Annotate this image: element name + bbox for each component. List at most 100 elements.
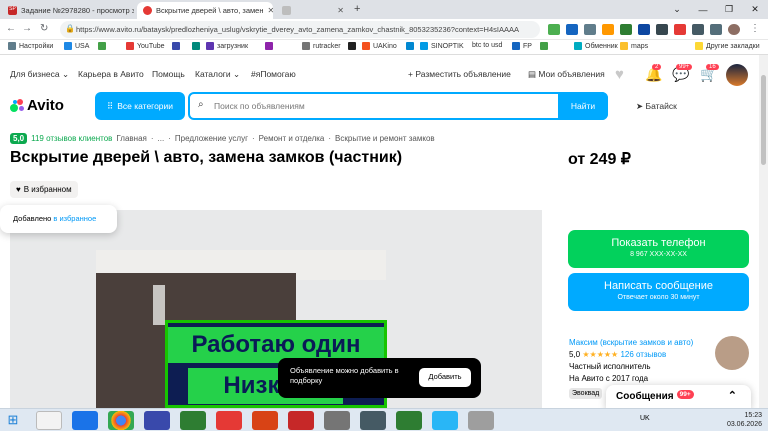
browser-tab-task[interactable]: SP Задание №2978280 - просмотр з ✕ xyxy=(2,2,134,19)
bookmark-icon-only[interactable] xyxy=(540,42,548,50)
windows-start-icon[interactable]: ⊞ xyxy=(2,412,24,429)
chevron-down-icon[interactable]: ⌄ xyxy=(664,0,690,19)
forward-icon[interactable]: → xyxy=(22,23,32,34)
user-avatar[interactable] xyxy=(726,64,748,86)
menu-kebab-icon[interactable]: ⋮ xyxy=(750,23,760,34)
close-tab-icon[interactable]: ✕ xyxy=(267,6,273,15)
search-button[interactable]: Найти xyxy=(558,92,608,120)
bookmark-icon-only[interactable] xyxy=(98,42,106,50)
bookmark-label: FP xyxy=(523,42,532,50)
url-field[interactable]: 🔒 https://www.avito.ru/bataysk/predlozhe… xyxy=(60,21,540,38)
search-input[interactable]: Поиск по объявлениям xyxy=(214,101,305,111)
media-player-icon[interactable] xyxy=(216,411,242,430)
bookmark-youtube[interactable]: YouTube xyxy=(126,42,165,50)
app-icon[interactable] xyxy=(396,411,422,430)
app-icon[interactable] xyxy=(288,411,314,430)
bookmark-icon-only[interactable] xyxy=(265,42,273,50)
career-link[interactable]: Карьера в Авито xyxy=(78,69,144,79)
back-icon[interactable]: ← xyxy=(6,23,16,34)
browser-tab-avito[interactable]: Вскрытие дверей \ авто, замен ✕ xyxy=(137,2,273,19)
bookmark-exchanger[interactable]: Обменник xyxy=(574,42,618,50)
scrollbar-thumb[interactable] xyxy=(761,75,766,165)
bookmark-downloader[interactable]: загрузник xyxy=(206,42,248,50)
seller-name[interactable]: Максим (вскрытие замков и авто) xyxy=(569,337,693,349)
extension-icon[interactable] xyxy=(692,24,704,35)
extension-icon[interactable] xyxy=(638,24,650,35)
new-tab-icon[interactable]: + xyxy=(354,3,360,15)
breadcrumb-item[interactable]: Предложение услуг xyxy=(175,134,248,143)
app-icon[interactable] xyxy=(324,411,350,430)
catalogs-link[interactable]: Каталоги ⌄ xyxy=(195,69,240,80)
heart-icon[interactable]: ♥ xyxy=(615,66,624,83)
close-tab-icon[interactable]: ✕ xyxy=(337,6,344,15)
reviews-link[interactable]: 119 отзывов клиентов xyxy=(31,134,112,143)
bookmark-icon-only[interactable] xyxy=(172,42,180,50)
breadcrumb-item[interactable]: Вскрытие и ремонт замков xyxy=(335,134,435,143)
puzzle-icon[interactable] xyxy=(710,24,722,35)
minimize-icon[interactable]: — xyxy=(690,0,716,19)
extension-icon[interactable] xyxy=(602,24,614,35)
business-link[interactable]: Для бизнеса ⌄ xyxy=(10,69,69,80)
app-64-icon[interactable] xyxy=(252,411,278,430)
helping-link[interactable]: #яПомогаю xyxy=(251,69,296,79)
page-scrollbar[interactable] xyxy=(759,55,768,408)
language-indicator[interactable]: UK xyxy=(640,415,650,422)
favorites-link[interactable]: в избранное xyxy=(53,214,96,223)
chrome-icon[interactable] xyxy=(108,411,134,430)
close-window-icon[interactable]: ✕ xyxy=(742,0,768,19)
site-icon xyxy=(302,42,310,50)
extension-icon[interactable] xyxy=(674,24,686,35)
app-icon[interactable] xyxy=(360,411,386,430)
bookmark-icon-only[interactable] xyxy=(348,42,356,50)
add-to-collection-button[interactable]: Добавить xyxy=(419,368,471,387)
write-message-button[interactable]: Написать сообщение Отвечает около 30 мин… xyxy=(568,273,749,311)
bookmark-sinoptik[interactable]: SINOPTIK xyxy=(420,42,464,50)
telegram-icon[interactable] xyxy=(432,411,458,430)
city-selector[interactable]: ➤ Батайск xyxy=(636,101,677,112)
breadcrumb-item[interactable]: Ремонт и отделка xyxy=(259,134,325,143)
bookmark-maps[interactable]: maps xyxy=(620,42,648,50)
bookmark-icon-only[interactable] xyxy=(192,42,200,50)
browser-tab-bar: SP Задание №2978280 - просмотр з ✕ Вскры… xyxy=(0,0,768,19)
app-icon[interactable] xyxy=(144,411,170,430)
show-phone-button[interactable]: Показать телефон 8 967 XXX-XX-XX xyxy=(568,230,749,268)
extension-icon[interactable] xyxy=(656,24,668,35)
extension-icon[interactable] xyxy=(566,24,578,35)
reload-icon[interactable]: ↻ xyxy=(40,23,48,34)
seller-reviews-link[interactable]: 126 отзывов xyxy=(620,350,666,359)
breadcrumb-item[interactable]: Главная xyxy=(116,134,146,143)
system-clock[interactable]: 15:23 03.06.2026 xyxy=(727,411,762,429)
bookmark-other[interactable]: Другие закладки xyxy=(695,42,760,50)
avito-logo[interactable]: Avito xyxy=(10,97,64,114)
app-icon[interactable] xyxy=(72,411,98,430)
bookmark-btc[interactable]: btc to usd xyxy=(472,42,502,49)
search-box[interactable]: ⌕ Поиск по объявлениям Найти xyxy=(188,92,608,120)
breadcrumb-item[interactable]: ... xyxy=(158,134,165,143)
chevron-up-icon[interactable]: ⌃ xyxy=(728,389,737,402)
browser-tab-third[interactable]: ✕ xyxy=(276,2,350,19)
my-ads-link[interactable]: ▤ Мои объявления xyxy=(528,69,605,80)
messages-widget[interactable]: Сообщения 99+ ⌃ xyxy=(606,385,751,409)
bookmark-settings[interactable]: Настройки xyxy=(8,42,53,50)
breadcrumb-separator: · xyxy=(168,134,171,143)
favorite-button[interactable]: ♥ В избранном xyxy=(10,181,78,198)
file-explorer-icon[interactable] xyxy=(36,411,62,430)
bookmark-uakino[interactable]: UAKino xyxy=(362,42,397,50)
profile-avatar-icon[interactable] xyxy=(728,24,740,35)
app-icon[interactable] xyxy=(180,411,206,430)
all-categories-button[interactable]: ⠿ Все категории xyxy=(95,92,185,120)
bookmark-rutracker[interactable]: rutracker xyxy=(302,42,341,50)
help-link[interactable]: Помощь xyxy=(152,69,185,79)
post-ad-link[interactable]: + Разместить объявление xyxy=(408,69,511,79)
seller-avatar[interactable] xyxy=(715,336,749,370)
app-icon[interactable] xyxy=(468,411,494,430)
bookmark-usa[interactable]: USA xyxy=(64,42,89,50)
bookmark-fp[interactable]: FP xyxy=(512,42,532,50)
maximize-icon[interactable]: ❐ xyxy=(716,0,742,19)
extension-icon[interactable] xyxy=(584,24,596,35)
extension-icon[interactable] xyxy=(620,24,632,35)
folder-icon xyxy=(64,42,72,50)
lock-icon: 🔒 xyxy=(65,24,75,33)
extension-icon[interactable] xyxy=(548,24,560,35)
bookmark-icon-only[interactable] xyxy=(406,42,414,50)
